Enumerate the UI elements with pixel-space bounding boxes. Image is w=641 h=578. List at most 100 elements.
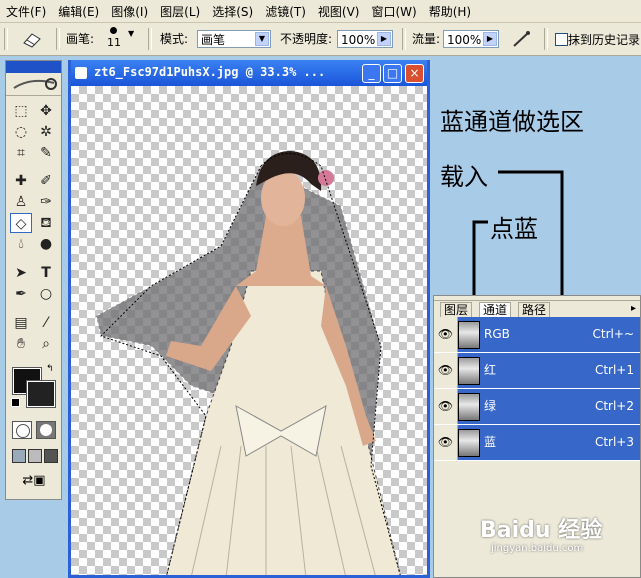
stamp-tool-icon[interactable]: ♙ (10, 192, 32, 212)
chevron-down-icon: ▼ (255, 32, 269, 46)
document-titlebar[interactable]: zt6_Fsc97d1PuhsX.jpg @ 33.3% ... _ □ × (71, 60, 427, 86)
magic-wand-icon[interactable]: ✲ (35, 122, 57, 142)
hand-tool-icon[interactable]: ✋︎ (10, 334, 32, 354)
channel-name: 蓝 (484, 435, 497, 449)
crop-tool-icon[interactable]: ⌗ (10, 143, 32, 163)
menu-edit[interactable]: 编辑(E) (52, 3, 105, 20)
menu-bar: 文件(F) 编辑(E) 图像(I) 图层(L) 选择(S) 滤镜(T) 视图(V… (0, 0, 641, 23)
toolbar-grip (4, 28, 8, 50)
visibility-eye-icon[interactable]: 👁︎ (434, 425, 458, 460)
divider (148, 28, 152, 50)
chevron-right-icon: ▶ (377, 32, 391, 46)
pen-tool-icon[interactable]: ✒ (10, 284, 32, 304)
blur-tool-icon[interactable]: 💧︎ (10, 234, 32, 254)
default-colors-icon[interactable] (11, 398, 20, 407)
screen-mode-standard-icon[interactable] (12, 449, 26, 463)
jump-to-imageready-icon[interactable]: ⇄▣ (12, 473, 56, 491)
tab-layers[interactable]: 图层 (440, 302, 473, 317)
channel-thumbnail (458, 321, 480, 349)
screen-mode-full-menu-icon[interactable] (28, 449, 42, 463)
opacity-input[interactable]: 100% ▶ (337, 30, 393, 48)
paint-bucket-icon[interactable]: ⛾ (35, 213, 57, 233)
standard-mode-icon[interactable] (12, 421, 32, 439)
channel-thumbnail (458, 429, 480, 457)
path-select-icon[interactable]: ➤ (10, 263, 32, 283)
brush-label: 画笔: (66, 32, 95, 46)
menu-window[interactable]: 窗口(W) (365, 3, 422, 20)
eraser-preset-icon[interactable] (18, 29, 46, 49)
shape-tool-icon[interactable]: ○ (35, 284, 57, 304)
photoshop-feather-icon[interactable] (6, 73, 61, 96)
document-icon (75, 67, 87, 79)
annotation-blue-channel-selection: 蓝通道做选区 (440, 108, 584, 136)
brush-tool-icon[interactable]: ✐ (35, 171, 57, 191)
image-canvas[interactable] (71, 86, 427, 575)
screen-mode-full-icon[interactable] (44, 449, 58, 463)
slice-tool-icon[interactable]: ✎ (35, 143, 57, 163)
panel-menu-icon[interactable]: ▸ (631, 303, 636, 314)
type-tool-icon[interactable]: T (35, 263, 57, 283)
eyedropper-icon[interactable]: ⁄ (35, 313, 57, 333)
mode-value: 画笔 (201, 33, 226, 47)
toolbox-titlebar[interactable] (6, 61, 61, 73)
marquee-tool-icon[interactable]: ⬚ (10, 101, 32, 121)
notes-tool-icon[interactable]: ▤ (10, 313, 32, 333)
menu-select[interactable]: 选择(S) (206, 3, 259, 20)
menu-image[interactable]: 图像(I) (105, 3, 154, 20)
menu-help[interactable]: 帮助(H) (423, 3, 477, 20)
divider (544, 28, 548, 50)
opacity-value: 100% (341, 33, 376, 47)
tab-paths[interactable]: 路径 (518, 302, 551, 317)
toolbox-panel: ⬚ ✥ ◌ ✲ ⌗ ✎ ✚ ✐ ♙ ✑ ◇ ⛾ 💧︎ ● ➤ T ✒ ○ ▤ ⁄… (5, 60, 62, 500)
lasso-tool-icon[interactable]: ◌ (10, 122, 32, 142)
flow-input[interactable]: 100% ▶ (443, 30, 499, 48)
eraser-tool-icon[interactable]: ◇ (10, 213, 32, 233)
channel-row-red[interactable]: 👁︎ 红 Ctrl+1 (434, 353, 640, 389)
visibility-eye-icon[interactable]: 👁︎ (434, 353, 458, 388)
quickmask-mode-icon[interactable] (36, 421, 56, 439)
dodge-tool-icon[interactable]: ● (35, 234, 57, 254)
baidu-watermark-url: jingyan.baidu.com (491, 543, 584, 554)
bride-image (95, 151, 401, 575)
zoom-tool-icon[interactable]: ⌕ (35, 334, 57, 354)
channel-shortcut: Ctrl+3 (594, 435, 634, 449)
swap-colors-icon[interactable]: ↰ (46, 364, 54, 374)
flow-value: 100% (447, 33, 482, 47)
options-bar: 画笔: 11 ▼ 模式: 画笔 ▼ 不透明度: 100% ▶ 流量: 100% … (0, 23, 641, 56)
visibility-eye-icon[interactable]: 👁︎ (434, 389, 458, 424)
tab-channels[interactable]: 通道 (479, 302, 512, 317)
channel-row-rgb[interactable]: 👁︎ RGB Ctrl+~ (434, 317, 640, 353)
channel-shortcut: Ctrl+1 (594, 363, 634, 377)
document-window: zt6_Fsc97d1PuhsX.jpg @ 33.3% ... _ □ × (68, 60, 430, 578)
chevron-right-icon: ▶ (483, 32, 497, 46)
history-brush-icon[interactable]: ✑ (35, 192, 57, 212)
minimize-button[interactable]: _ (362, 64, 381, 83)
mode-select[interactable]: 画笔 ▼ (197, 30, 271, 48)
panel-tabs: 图层 通道 路径 ▸ (434, 301, 640, 318)
opacity-label: 不透明度: (280, 32, 333, 46)
healing-brush-icon[interactable]: ✚ (10, 171, 32, 191)
airbrush-icon[interactable] (510, 29, 534, 49)
background-color-swatch[interactable] (26, 380, 56, 408)
brush-picker[interactable]: 11 ▼ (104, 25, 138, 51)
channel-name: 绿 (484, 399, 497, 413)
channel-thumbnail (458, 393, 480, 421)
history-checkbox[interactable] (555, 33, 568, 46)
menu-layer[interactable]: 图层(L) (154, 3, 206, 20)
brush-size: 11 (107, 36, 121, 49)
flow-label: 流量: (412, 32, 441, 46)
divider (56, 28, 60, 50)
baidu-watermark: Baidu 经验 (480, 518, 603, 543)
menu-file[interactable]: 文件(F) (0, 3, 52, 20)
divider (402, 28, 406, 50)
move-tool-icon[interactable]: ✥ (35, 101, 57, 121)
close-button[interactable]: × (405, 64, 424, 83)
channel-name: 红 (484, 363, 497, 377)
hair-flower (318, 170, 334, 186)
visibility-eye-icon[interactable]: 👁︎ (434, 317, 458, 352)
maximize-button[interactable]: □ (383, 64, 402, 83)
channel-row-blue[interactable]: 👁︎ 蓝 Ctrl+3 (434, 425, 640, 461)
menu-filter[interactable]: 滤镜(T) (259, 3, 312, 20)
menu-view[interactable]: 视图(V) (312, 3, 366, 20)
channel-row-green[interactable]: 👁︎ 绿 Ctrl+2 (434, 389, 640, 425)
